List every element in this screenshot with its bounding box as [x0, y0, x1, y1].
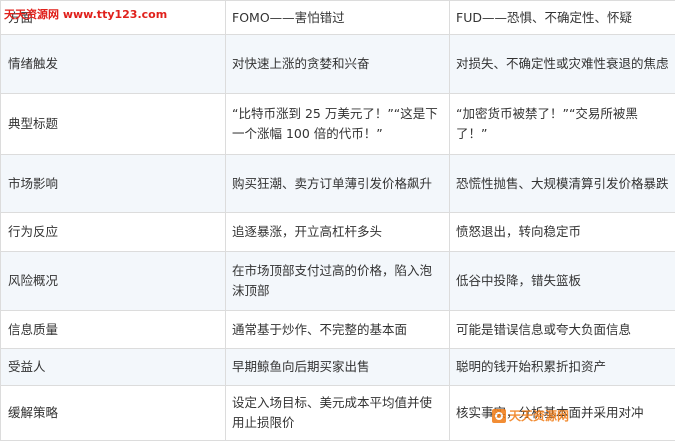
row-fud: 低谷中投降，错失篮板 — [450, 252, 675, 311]
table-row: 受益人 早期鲸鱼向后期买家出售 聪明的钱开始积累折扣资产 — [1, 349, 675, 386]
row-fomo: 早期鲸鱼向后期买家出售 — [226, 349, 450, 386]
table-row: 典型标题 “比特币涨到 25 万美元了！”“这是下一个涨幅 100 倍的代币！”… — [1, 94, 675, 155]
row-aspect: 缓解策略 — [1, 386, 226, 441]
table-row: 风险概况 在市场顶部支付过高的价格，陷入泡沫顶部 低谷中投降，错失篮板 — [1, 252, 675, 311]
watermark-site-name: 天天资源网 — [4, 8, 59, 21]
table-row: 缓解策略 设定入场目标、美元成本平均值并使用止损限价 核实事实，分析基本面并采用… — [1, 386, 675, 441]
row-fud: 聪明的钱开始积累折扣资产 — [450, 349, 675, 386]
row-fud: 对损失、不确定性或灾难性衰退的焦虑 — [450, 35, 675, 94]
row-aspect: 情绪触发 — [1, 35, 226, 94]
header-fomo: FOMO——害怕错过 — [226, 1, 450, 35]
row-fomo: “比特币涨到 25 万美元了！”“这是下一个涨幅 100 倍的代币！” — [226, 94, 450, 155]
watermark-top: 天天资源网 www.tty123.com — [4, 6, 167, 22]
watermark-url: www.tty123.com — [63, 8, 167, 21]
row-fomo: 设定入场目标、美元成本平均值并使用止损限价 — [226, 386, 450, 441]
row-fud: 恐慌性抛售、大规模清算引发价格暴跌 — [450, 155, 675, 213]
table-row: 行为反应 追逐暴涨，开立高杠杆多头 愤怒退出，转向稳定币 — [1, 213, 675, 252]
table-row: 信息质量 通常基于炒作、不完整的基本面 可能是错误信息或夸大负面信息 — [1, 311, 675, 349]
row-aspect: 受益人 — [1, 349, 226, 386]
watermark-bottom: 天天资源网 — [492, 407, 569, 424]
row-fud: 可能是错误信息或夸大负面信息 — [450, 311, 675, 349]
watermark-bottom-text: 天天资源网 — [509, 407, 569, 424]
row-aspect: 信息质量 — [1, 311, 226, 349]
header-fud: FUD——恐惧、不确定性、怀疑 — [450, 1, 675, 35]
row-aspect: 市场影响 — [1, 155, 226, 213]
watermark-logo-icon — [492, 409, 506, 423]
row-aspect: 风险概况 — [1, 252, 226, 311]
table-row: 市场影响 购买狂潮、卖方订单薄引发价格飙升 恐慌性抛售、大规模清算引发价格暴跌 — [1, 155, 675, 213]
row-aspect: 行为反应 — [1, 213, 226, 252]
row-fomo: 在市场顶部支付过高的价格，陷入泡沫顶部 — [226, 252, 450, 311]
row-fud: “加密货币被禁了！”“交易所被黑了！” — [450, 94, 675, 155]
row-fomo: 通常基于炒作、不完整的基本面 — [226, 311, 450, 349]
comparison-table: 方面 FOMO——害怕错过 FUD——恐惧、不确定性、怀疑 情绪触发 对快速上涨… — [0, 0, 675, 441]
row-fomo: 追逐暴涨，开立高杠杆多头 — [226, 213, 450, 252]
row-fud: 愤怒退出，转向稳定币 — [450, 213, 675, 252]
row-fomo: 购买狂潮、卖方订单薄引发价格飙升 — [226, 155, 450, 213]
row-aspect: 典型标题 — [1, 94, 226, 155]
table-row: 情绪触发 对快速上涨的贪婪和兴奋 对损失、不确定性或灾难性衰退的焦虑 — [1, 35, 675, 94]
row-fomo: 对快速上涨的贪婪和兴奋 — [226, 35, 450, 94]
